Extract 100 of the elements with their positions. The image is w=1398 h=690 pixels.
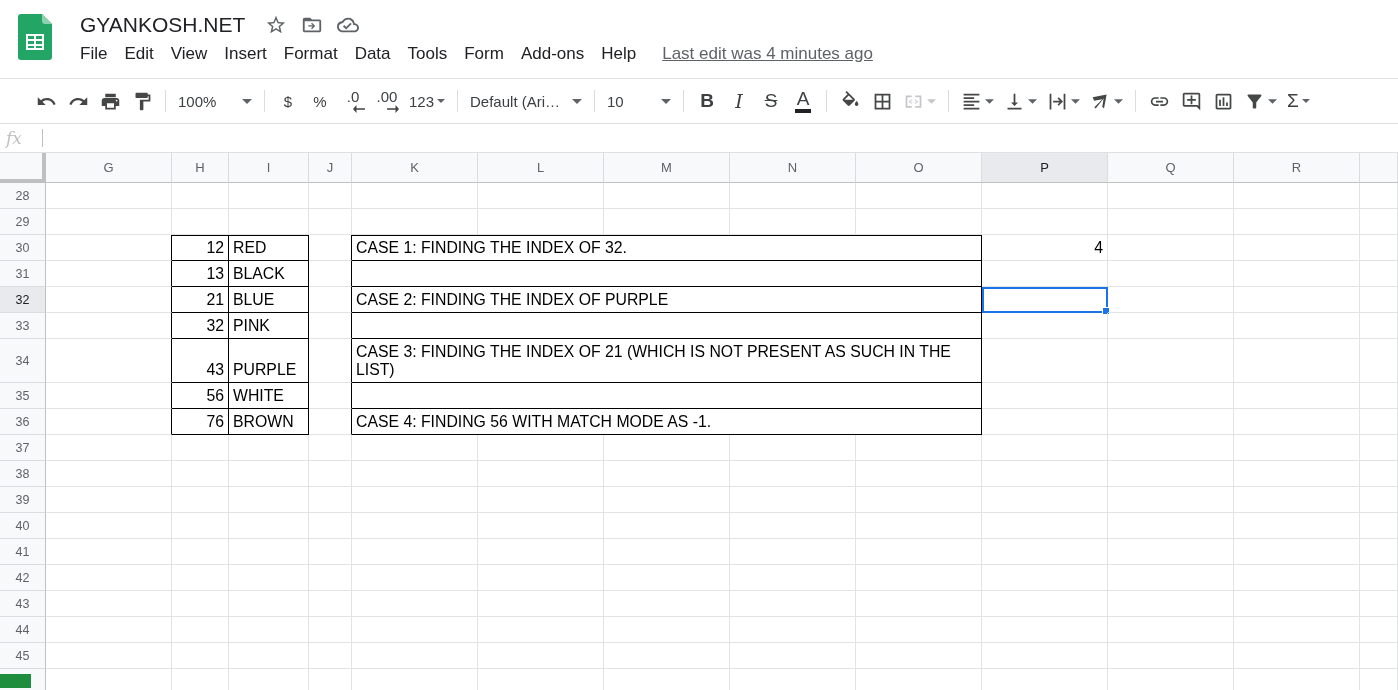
row-number[interactable]: 36 — [0, 409, 46, 435]
row-number[interactable]: 32 — [0, 287, 46, 313]
table-cell[interactable]: 56 — [172, 383, 229, 409]
arrow-icon — [387, 105, 399, 113]
column-header[interactable]: K — [352, 153, 478, 183]
grid-cell[interactable] — [46, 261, 172, 287]
grid-cell[interactable] — [46, 409, 172, 435]
row-number[interactable]: 37 — [0, 435, 46, 461]
strikethrough-button[interactable]: S — [757, 87, 786, 115]
menu-item[interactable]: Help — [601, 44, 637, 64]
menu-item[interactable]: Add-ons — [520, 44, 585, 64]
selected-cell[interactable] — [982, 287, 1108, 313]
italic-button[interactable]: I — [725, 87, 754, 115]
table-cell[interactable]: PURPLE — [229, 339, 309, 383]
column-header[interactable] — [1360, 153, 1398, 183]
table-cell[interactable]: 13 — [172, 261, 229, 287]
grid-cell[interactable] — [309, 235, 352, 261]
row-number[interactable]: 44 — [0, 617, 46, 643]
caret-icon — [572, 98, 583, 104]
row-number[interactable]: 31 — [0, 261, 46, 287]
text-color-button[interactable]: A — [789, 87, 818, 115]
font-size-dropdown[interactable]: 10 — [604, 87, 675, 115]
row-number[interactable]: 45 — [0, 643, 46, 669]
table-cell[interactable]: 4 — [982, 235, 1108, 261]
table-cell[interactable]: BROWN — [229, 409, 309, 435]
grid-cell[interactable] — [46, 383, 172, 409]
table-cell[interactable]: WHITE — [229, 383, 309, 409]
font-dropdown[interactable]: Default (Ari… — [467, 87, 586, 115]
decimal-decrease-button[interactable]: .0 — [338, 87, 368, 115]
row-number[interactable]: 34 — [0, 339, 46, 383]
functions-button[interactable]: Σ — [1284, 87, 1313, 115]
grid-cell[interactable] — [309, 339, 352, 383]
grid-cell[interactable] — [309, 409, 352, 435]
row-number[interactable]: 40 — [0, 513, 46, 539]
grid-cell[interactable] — [46, 235, 172, 261]
menu-item[interactable]: Data — [354, 44, 391, 64]
star-icon[interactable] — [265, 14, 288, 36]
row-number[interactable]: 41 — [0, 539, 46, 565]
zoom-dropdown[interactable]: 100% — [175, 87, 255, 115]
select-all-corner[interactable] — [0, 153, 46, 183]
column-header[interactable]: O — [856, 153, 982, 183]
menu-item[interactable]: View — [170, 44, 208, 64]
column-header[interactable]: N — [730, 153, 856, 183]
bold-button[interactable]: B — [693, 87, 722, 115]
fill-handle[interactable] — [1102, 307, 1110, 315]
caret-icon — [985, 98, 995, 104]
row-number[interactable]: 29 — [0, 209, 46, 235]
menu-item[interactable]: Format — [283, 44, 338, 64]
column-header[interactable]: G — [46, 153, 172, 183]
table-cell[interactable]: 21 — [172, 287, 229, 313]
menu-item[interactable]: Edit — [124, 44, 154, 64]
menu-item[interactable]: Tools — [407, 44, 448, 64]
table-cell[interactable]: 43 — [172, 339, 229, 383]
row-number[interactable]: 43 — [0, 591, 46, 617]
currency-button[interactable]: $ — [274, 87, 302, 115]
table-cell: CASE 3: FINDING THE INDEX OF 21 (WHICH IS NOT PRESENT AS SUCH IN THE LIST) — [352, 339, 982, 383]
column-header[interactable]: Q — [1108, 153, 1234, 183]
table-cell[interactable]: 76 — [172, 409, 229, 435]
grid-cell[interactable] — [309, 313, 352, 339]
caret-icon — [661, 98, 672, 104]
column-header[interactable]: R — [1234, 153, 1360, 183]
row-number[interactable]: 35 — [0, 383, 46, 409]
row-number[interactable]: 33 — [0, 313, 46, 339]
table-cell[interactable]: PINK — [229, 313, 309, 339]
number-format-button[interactable]: 123 — [406, 87, 449, 115]
grid-cell[interactable] — [46, 287, 172, 313]
decimal-increase-button[interactable]: .00 — [372, 87, 402, 115]
document-title[interactable]: GYANKOSH.NET — [80, 13, 246, 37]
caret-icon — [437, 99, 446, 103]
row-number[interactable]: 28 — [0, 183, 46, 209]
caret-icon — [1301, 99, 1310, 103]
grid-cell[interactable] — [309, 287, 352, 313]
spreadsheet-logo-icon[interactable] — [18, 14, 52, 60]
grid-cell[interactable] — [46, 313, 172, 339]
menu-item[interactable]: Form — [464, 44, 504, 64]
formula-label: fx — [6, 128, 23, 148]
table-cell[interactable]: BLUE — [229, 287, 309, 313]
comment-icon — [1180, 90, 1202, 112]
row-number[interactable]: 39 — [0, 487, 46, 513]
grid-cell[interactable] — [46, 339, 172, 383]
table-cell[interactable]: 12 — [172, 235, 229, 261]
table-cell[interactable]: 32 — [172, 313, 229, 339]
percent-button[interactable]: % — [306, 87, 334, 115]
column-header[interactable]: H — [172, 153, 229, 183]
grid-cell[interactable] — [309, 383, 352, 409]
row-number[interactable]: 42 — [0, 565, 46, 591]
row-number[interactable]: 30 — [0, 235, 46, 261]
column-header[interactable]: M — [604, 153, 730, 183]
row-header[interactable] — [0, 669, 46, 690]
column-header[interactable]: J — [309, 153, 352, 183]
table-cell[interactable]: RED — [229, 235, 309, 261]
column-header[interactable]: I — [229, 153, 309, 183]
menu-item[interactable]: File — [80, 44, 108, 64]
last-edit-link[interactable]: Last edit was 4 minutes ago — [662, 44, 873, 64]
row-number[interactable]: 38 — [0, 461, 46, 487]
table-cell[interactable]: BLACK — [229, 261, 309, 287]
menu-item[interactable]: Insert — [224, 44, 267, 64]
column-header[interactable]: L — [478, 153, 604, 183]
column-header[interactable]: P — [982, 153, 1108, 183]
grid-cell[interactable] — [309, 261, 352, 287]
